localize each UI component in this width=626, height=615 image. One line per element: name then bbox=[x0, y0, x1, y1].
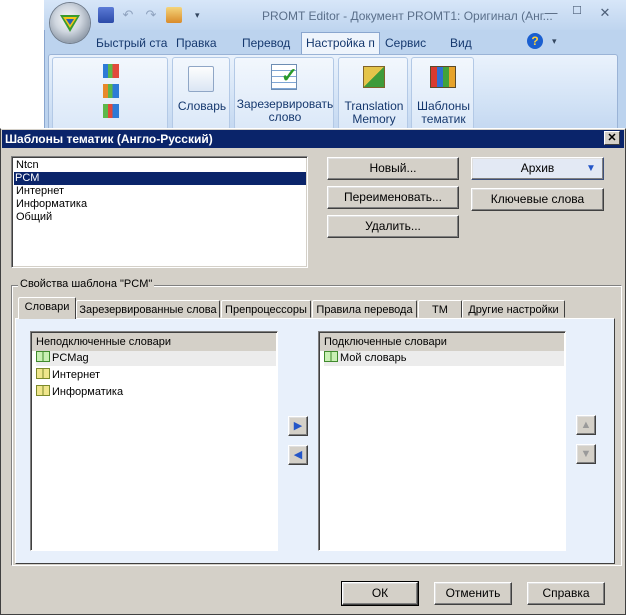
app-title: PROMT Editor - Документ PROMT1: Оригинал… bbox=[262, 9, 553, 23]
list-item[interactable]: Интернет bbox=[15, 185, 64, 198]
list-item[interactable]: Интернет bbox=[36, 368, 100, 383]
ribbon-button-dictionary[interactable]: Словарь bbox=[172, 57, 230, 130]
list-item[interactable]: PCMag bbox=[36, 351, 276, 366]
ok-button[interactable]: ОК bbox=[341, 581, 419, 606]
translate-quick-icon[interactable] bbox=[166, 7, 182, 23]
tab-edit[interactable]: Правка bbox=[176, 33, 217, 53]
list-item[interactable]: Общий bbox=[15, 211, 52, 224]
tab-dictionaries[interactable]: Словари bbox=[18, 297, 76, 319]
ribbon-group-documents bbox=[52, 57, 168, 130]
move-right-button[interactable]: ▶ bbox=[288, 416, 308, 436]
tab-settings[interactable]: Настройка п bbox=[301, 32, 380, 55]
document-settings-icon[interactable] bbox=[103, 64, 119, 78]
check-icon: ✓ bbox=[281, 65, 298, 87]
archive-dropdown-icon: ▼ bbox=[586, 163, 596, 174]
dictionary-book-icon bbox=[324, 351, 338, 362]
new-button[interactable]: Новый... bbox=[327, 157, 459, 180]
translation-memory-icon bbox=[363, 66, 385, 88]
move-left-button[interactable]: ◀ bbox=[288, 445, 308, 465]
connected-dictionaries-list[interactable]: Подключенные словари Мой словарь bbox=[318, 331, 566, 551]
keywords-button[interactable]: Ключевые слова bbox=[471, 188, 604, 211]
archive-button[interactable]: Архив ▼ bbox=[471, 157, 604, 180]
tab-service[interactable]: Сервис bbox=[385, 33, 426, 53]
dialog-title: Шаблоны тематик (Англо-Русский) bbox=[2, 130, 624, 148]
ribbon-options-icon[interactable]: ▾ bbox=[552, 36, 557, 47]
topic-templates-icon bbox=[430, 66, 456, 88]
save-icon[interactable] bbox=[98, 7, 114, 23]
maximize-icon[interactable]: ☐ bbox=[566, 3, 588, 19]
office-orb-button[interactable] bbox=[50, 3, 90, 43]
move-down-button[interactable]: ▼ bbox=[576, 444, 596, 464]
dict-label: PCMag bbox=[52, 352, 89, 364]
tab-tm[interactable]: ТМ bbox=[418, 300, 462, 318]
help-button[interactable]: Справка bbox=[527, 582, 605, 605]
tab-translation[interactable]: Перевод bbox=[242, 33, 290, 53]
dictionary-book-icon bbox=[36, 385, 50, 396]
text-settings-icon[interactable] bbox=[103, 84, 119, 98]
list-item[interactable]: Ntcn bbox=[15, 159, 39, 172]
promt-logo-icon bbox=[60, 15, 80, 32]
dictionary-book-icon bbox=[36, 351, 50, 362]
redo-icon[interactable]: ↷ bbox=[143, 7, 159, 23]
list-item[interactable]: Мой словарь bbox=[324, 351, 564, 366]
archive-label: Архив bbox=[520, 161, 555, 175]
list-item[interactable]: Информатика bbox=[36, 385, 123, 400]
delete-button[interactable]: Удалить... bbox=[327, 215, 459, 238]
quick-access-dropdown-icon[interactable]: ▾ bbox=[195, 7, 205, 23]
dictionary-book-icon bbox=[36, 368, 50, 379]
unconnected-header: Неподключенные словари bbox=[32, 333, 276, 351]
tab-view[interactable]: Вид bbox=[450, 33, 472, 53]
dict-label: Мой словарь bbox=[340, 352, 407, 364]
undo-icon[interactable]: ↶ bbox=[120, 7, 136, 23]
cancel-button[interactable]: Отменить bbox=[434, 582, 512, 605]
ribbon-button-topic-templates[interactable]: Шаблоны тематик bbox=[411, 57, 474, 130]
minimize-icon[interactable]: — bbox=[540, 5, 562, 21]
rename-button[interactable]: Переименовать... bbox=[327, 186, 459, 209]
topic-templates-label-2: тематик bbox=[421, 112, 466, 126]
tab-reserved-words[interactable]: Зарезервированные слова bbox=[76, 300, 220, 318]
dictionary-label: Словарь bbox=[177, 99, 227, 113]
ribbon-button-reserve-word[interactable]: ✓ Зарезервировать слово bbox=[234, 57, 334, 130]
move-up-button[interactable]: ▲ bbox=[576, 415, 596, 435]
tab-quick-start[interactable]: Быстрый ста bbox=[96, 33, 167, 53]
unconnected-dictionaries-list[interactable]: Неподключенные словари PCMag Интернет Ин… bbox=[30, 331, 278, 551]
tab-translation-rules[interactable]: Правила перевода bbox=[312, 300, 417, 318]
template-properties-label: Свойства шаблона "PCM" bbox=[18, 278, 155, 290]
close-icon[interactable]: ✕ bbox=[604, 131, 620, 145]
profile-settings-icon[interactable] bbox=[103, 104, 119, 118]
dictionary-icon bbox=[188, 66, 214, 92]
help-icon[interactable]: ? bbox=[527, 33, 543, 49]
translation-memory-label-2: Memory bbox=[352, 112, 396, 126]
tab-preprocessors[interactable]: Препроцессоры bbox=[221, 300, 311, 318]
close-app-icon[interactable]: ✕ bbox=[594, 5, 616, 21]
list-item-selected[interactable]: PCM bbox=[14, 172, 306, 185]
reserve-word-label-2: слово bbox=[268, 110, 302, 124]
list-item[interactable]: Информатика bbox=[15, 198, 87, 211]
tab-other-settings[interactable]: Другие настройки bbox=[462, 300, 565, 318]
ribbon-button-translation-memory[interactable]: Translation Memory bbox=[338, 57, 408, 130]
dict-label: Информатика bbox=[52, 386, 124, 398]
connected-header: Подключенные словари bbox=[320, 333, 564, 351]
dict-label: Интернет bbox=[52, 369, 100, 381]
template-list[interactable]: Ntcn PCM Интернет Информатика Общий bbox=[11, 156, 308, 268]
